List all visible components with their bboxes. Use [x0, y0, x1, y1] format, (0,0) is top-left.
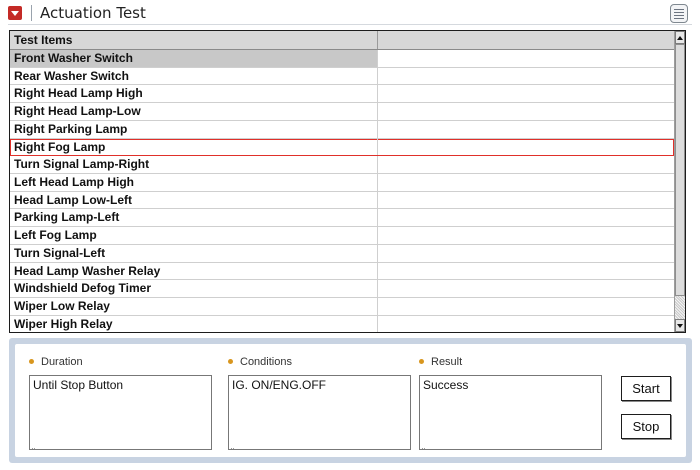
test-item-value[interactable]	[379, 209, 674, 226]
title-underline	[8, 24, 692, 25]
field-corner-mark	[422, 446, 425, 449]
test-item-name[interactable]: Turn Signal-Left	[10, 244, 378, 262]
conditions-label-text: Conditions	[240, 356, 292, 368]
test-item-name[interactable]: Windshield Defog Timer	[10, 280, 378, 298]
table-row[interactable]: Wiper Low Relay	[10, 298, 674, 316]
window-title: Actuation Test	[40, 4, 146, 22]
test-item-value[interactable]	[379, 139, 674, 156]
test-item-name[interactable]: Turn Signal Lamp-Right	[10, 156, 378, 174]
test-item-value[interactable]	[379, 316, 674, 332]
table-row[interactable]: Left Fog Lamp	[10, 227, 674, 245]
test-item-name[interactable]: Head Lamp Washer Relay	[10, 262, 378, 280]
scrollbar-track[interactable]	[675, 296, 685, 319]
test-item-name[interactable]: Right Head Lamp-Low	[10, 103, 378, 120]
test-item-value[interactable]	[379, 85, 674, 102]
column-header-value[interactable]	[379, 31, 674, 49]
test-item-value[interactable]	[379, 263, 674, 280]
test-item-name[interactable]: Left Head Lamp High	[10, 174, 378, 191]
test-item-name[interactable]: Rear Washer Switch	[10, 67, 378, 85]
result-label-text: Result	[431, 356, 463, 368]
field-corner-mark	[32, 446, 35, 449]
test-item-name[interactable]: Head Lamp Low-Left	[10, 191, 378, 209]
conditions-label: Conditions	[228, 356, 292, 368]
bullet-icon	[29, 358, 34, 364]
result-label: Result	[419, 356, 462, 368]
bullet-icon	[228, 358, 233, 364]
table-row[interactable]: Wiper High Relay	[10, 315, 674, 332]
field-corner-mark	[231, 446, 234, 449]
table-row[interactable]: Right Fog Lamp	[10, 138, 674, 157]
test-item-value[interactable]	[379, 156, 674, 173]
table-row[interactable]: Right Head Lamp-Low	[10, 103, 674, 121]
test-item-value[interactable]	[379, 227, 674, 244]
conditions-field[interactable]: IG. ON/ENG.OFF	[228, 375, 411, 450]
details-panel-inner: Duration Until Stop Button Conditions IG…	[15, 344, 686, 457]
table-row[interactable]: Head Lamp Washer Relay	[10, 262, 674, 281]
conditions-value: IG. ON/ENG.OFF	[232, 378, 327, 392]
duration-value: Until Stop Button	[33, 378, 124, 392]
test-item-value[interactable]	[379, 121, 674, 138]
column-header-test-items[interactable]: Test Items	[10, 31, 378, 49]
table-row[interactable]: Rear Washer Switch	[10, 67, 674, 86]
test-items-grid: Test Items Front Washer Switch Rear Washe…	[9, 30, 686, 333]
table-row[interactable]: Left Head Lamp High	[10, 174, 674, 192]
test-item-value[interactable]	[379, 50, 674, 67]
test-item-name[interactable]: Left Fog Lamp	[10, 227, 378, 244]
test-item-value[interactable]	[379, 174, 674, 191]
scrollbar-thumb[interactable]	[675, 44, 685, 296]
dropdown-arrow-icon[interactable]	[8, 6, 22, 20]
test-item-name[interactable]: Right Fog Lamp	[10, 138, 378, 156]
vertical-scrollbar[interactable]	[674, 31, 685, 332]
grid-rows: Front Washer Switch Rear Washer Switch Rig…	[10, 50, 674, 332]
test-item-name[interactable]: Right Head Lamp High	[10, 85, 378, 103]
result-field[interactable]: Success	[419, 375, 602, 450]
bullet-icon	[419, 358, 424, 364]
test-item-name[interactable]: Parking Lamp-Left	[10, 209, 378, 227]
table-row[interactable]: Head Lamp Low-Left	[10, 191, 674, 210]
table-row[interactable]: Right Head Lamp High	[10, 85, 674, 104]
duration-label-text: Duration	[41, 356, 83, 368]
test-item-value[interactable]	[379, 245, 674, 262]
stop-button[interactable]: Stop	[621, 414, 671, 439]
table-row[interactable]: Windshield Defog Timer	[10, 280, 674, 299]
scroll-down-arrow-icon[interactable]	[675, 319, 685, 332]
grid-header: Test Items	[10, 31, 674, 50]
test-item-value[interactable]	[379, 280, 674, 297]
details-panel: Duration Until Stop Button Conditions IG…	[9, 338, 692, 463]
test-item-name[interactable]: Front Washer Switch	[10, 50, 378, 67]
table-row[interactable]: Parking Lamp-Left	[10, 209, 674, 228]
result-value: Success	[423, 378, 469, 392]
title-divider	[31, 5, 32, 21]
table-row[interactable]: Front Washer Switch	[10, 50, 674, 68]
table-row[interactable]: Turn Signal Lamp-Right	[10, 156, 674, 175]
duration-label: Duration	[29, 356, 83, 368]
duration-field[interactable]: Until Stop Button	[29, 375, 212, 450]
list-menu-icon[interactable]	[670, 4, 688, 23]
test-item-value[interactable]	[379, 68, 674, 85]
test-item-name[interactable]: Wiper Low Relay	[10, 298, 378, 315]
start-button[interactable]: Start	[621, 376, 671, 401]
test-item-value[interactable]	[379, 192, 674, 209]
title-bar: Actuation Test	[0, 0, 700, 28]
test-item-value[interactable]	[379, 298, 674, 315]
scroll-up-arrow-icon[interactable]	[675, 31, 685, 44]
table-row[interactable]: Right Parking Lamp	[10, 120, 674, 139]
test-item-value[interactable]	[379, 103, 674, 120]
test-item-name[interactable]: Right Parking Lamp	[10, 120, 378, 138]
test-item-name[interactable]: Wiper High Relay	[10, 315, 378, 332]
table-row[interactable]: Turn Signal-Left	[10, 244, 674, 263]
